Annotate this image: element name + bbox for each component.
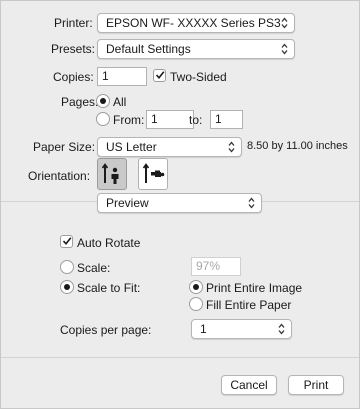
printer-label: Printer: [54, 16, 93, 30]
paper-size-label: Paper Size: [33, 140, 96, 154]
orientation-landscape-button[interactable] [138, 158, 168, 190]
copies-per-page-value: 1 [200, 322, 207, 336]
chevron-updown-icon [281, 17, 288, 29]
paper-size-popup-value: US Letter [106, 140, 157, 154]
pages-from-label: From: [113, 113, 145, 127]
printer-popup[interactable]: EPSON WF- XXXXX Series PS3 [97, 13, 295, 33]
pages-to-label: to: [189, 113, 203, 127]
checkmark-icon [62, 237, 72, 246]
pages-all-label: All [113, 95, 127, 109]
print-entire-image-radio[interactable] [189, 280, 203, 294]
copies-per-page-popup[interactable]: 1 [191, 319, 292, 339]
chevron-updown-icon [228, 141, 235, 153]
copies-per-page-label: Copies per page: [60, 323, 152, 337]
print-button[interactable]: Print [288, 375, 344, 395]
pages-label: Pages: [61, 95, 99, 109]
checkmark-icon [155, 71, 165, 80]
section-popup[interactable]: Preview [97, 193, 262, 213]
landscape-orientation-icon [142, 163, 165, 183]
copies-field[interactable]: 1 [97, 67, 147, 86]
scale-label: Scale: [77, 261, 111, 275]
scale-to-fit-label: Scale to Fit: [77, 281, 141, 295]
cancel-button[interactable]: Cancel [221, 375, 277, 395]
portrait-orientation-icon [101, 163, 119, 184]
footer-divider [1, 357, 359, 358]
paper-dimensions: 8.50 by 11.00 inches [247, 140, 348, 152]
chevron-updown-icon [248, 197, 255, 209]
fill-entire-paper-label: Fill Entire Paper [206, 298, 292, 312]
scale-radio[interactable] [60, 260, 74, 274]
two-sided-label: Two-Sided [170, 70, 227, 84]
orientation-label: Orientation: [28, 169, 91, 183]
chevron-updown-icon [281, 43, 288, 55]
presets-popup-value: Default Settings [106, 42, 191, 56]
fill-entire-paper-radio[interactable] [189, 297, 203, 311]
chevron-updown-icon [278, 323, 285, 335]
auto-rotate-checkbox[interactable] [60, 235, 73, 248]
print-entire-image-label: Print Entire Image [206, 281, 303, 295]
copies-label: Copies: [53, 70, 94, 84]
scale-field[interactable]: 97% [191, 257, 241, 276]
printer-popup-value: EPSON WF- XXXXX Series PS3 [106, 16, 281, 30]
pages-from-radio[interactable] [96, 112, 110, 126]
two-sided-checkbox[interactable] [153, 69, 166, 82]
orientation-portrait-button[interactable] [97, 158, 127, 190]
paper-size-popup[interactable]: US Letter [97, 137, 242, 157]
presets-popup[interactable]: Default Settings [97, 39, 295, 59]
auto-rotate-label: Auto Rotate [77, 236, 141, 250]
pages-from-field[interactable]: 1 [146, 110, 194, 129]
scale-to-fit-radio[interactable] [60, 280, 74, 294]
pages-all-radio[interactable] [96, 94, 110, 108]
presets-label: Presets: [51, 42, 96, 56]
pages-to-field[interactable]: 1 [210, 110, 243, 129]
section-popup-value: Preview [106, 196, 149, 210]
